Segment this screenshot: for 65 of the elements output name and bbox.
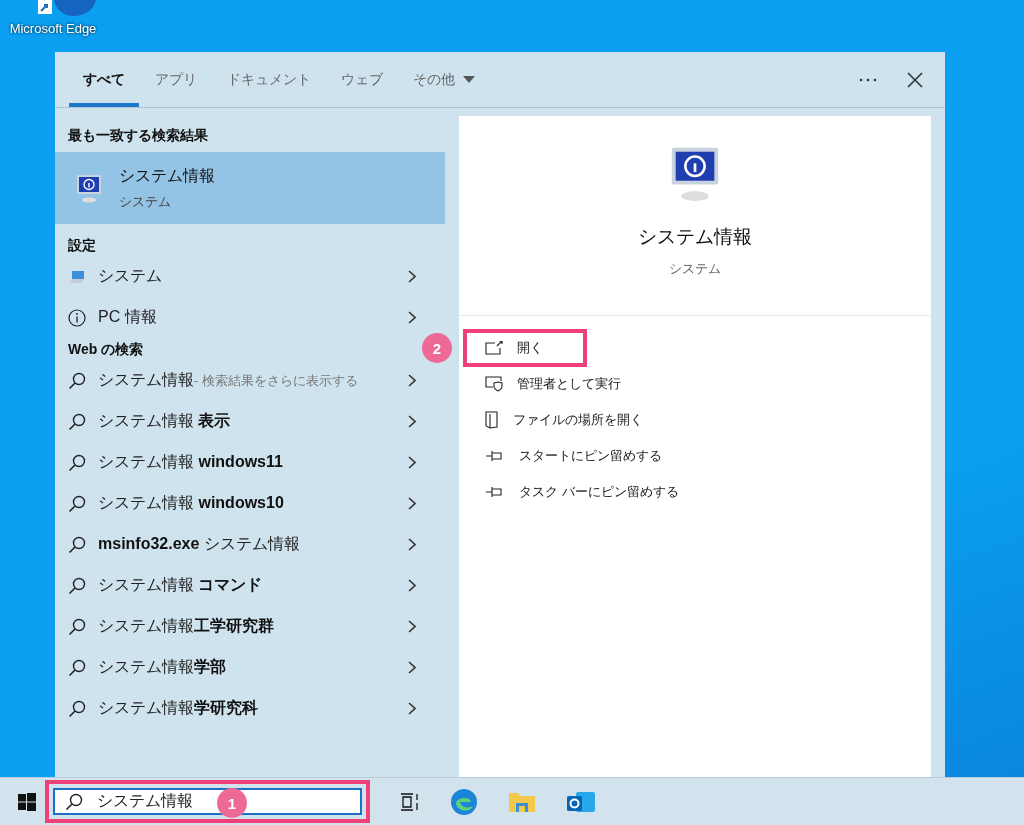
chevron-right-icon (408, 579, 416, 592)
chevron-right-icon (408, 497, 416, 510)
search-icon (68, 494, 86, 513)
open-window-icon (485, 341, 503, 355)
result-subtitle: システム (119, 192, 172, 211)
chevron-right-icon (408, 270, 416, 283)
windows-logo-icon[interactable] (18, 792, 36, 811)
chevron-right-icon (408, 374, 416, 387)
preview-action[interactable]: タスク バーにピン留めする (463, 473, 723, 511)
web-search-result[interactable]: システム情報 windows11 (55, 442, 445, 483)
web-search-result[interactable]: システム情報- 検索結果をさらに表示する (55, 360, 445, 401)
section-heading: 設定 (67, 236, 97, 255)
search-icon (68, 453, 86, 472)
chevron-right-icon (408, 538, 416, 551)
chevron-right-icon (408, 702, 416, 715)
web-search-result[interactable]: システム情報学研究科 (55, 688, 445, 729)
settings-result[interactable]: システム (55, 256, 445, 297)
filter-tab[interactable]: その他 (399, 52, 489, 107)
chevron-right-icon (408, 620, 416, 633)
step-marker: 2 (422, 333, 452, 363)
monitor-info-icon (75, 173, 103, 203)
filter-tab[interactable]: すべて (69, 52, 139, 107)
section-heading: 最も一致する検索結果 (67, 126, 209, 145)
desktop-icon-label: Microsoft Edge (9, 21, 97, 36)
preview-subtitle: システム (669, 260, 721, 278)
browser-icon[interactable] (450, 787, 478, 816)
web-search-result[interactable]: msinfo32.exe システム情報 (55, 524, 445, 565)
web-search-result[interactable]: システム情報 コマンド (55, 565, 445, 606)
preview-title: システム情報 (638, 225, 752, 249)
web-search-result[interactable]: システム情報工学研究群 (55, 606, 445, 647)
dropdown-caret-icon (463, 76, 475, 83)
result-title: システム情報 (119, 165, 215, 186)
web-search-result[interactable]: システム情報学部 (55, 647, 445, 688)
info-icon (68, 308, 86, 327)
filter-tab[interactable]: アプリ (141, 52, 211, 107)
search-icon (68, 617, 86, 636)
search-icon (68, 371, 86, 390)
task-view-icon[interactable] (400, 792, 420, 811)
close-icon[interactable] (907, 71, 923, 88)
search-icon (68, 576, 86, 595)
filter-tab[interactable]: ドキュメント (213, 52, 325, 107)
document-icon (485, 411, 499, 429)
chevron-right-icon (408, 661, 416, 674)
chevron-right-icon (408, 311, 416, 324)
search-icon (68, 658, 86, 677)
preview-action[interactable]: スタートにピン留めする (463, 437, 706, 475)
laptop-icon (68, 269, 86, 284)
shield-window-icon (485, 376, 503, 392)
preview-action[interactable]: ファイルの場所を開く (463, 401, 687, 439)
chevron-right-icon (408, 415, 416, 428)
preview-action[interactable]: 管理者として実行 (463, 365, 665, 403)
search-icon (68, 699, 86, 718)
best-match-item[interactable]: システム情報 システム (55, 152, 445, 224)
section-heading: Web の検索 (67, 340, 145, 359)
more-options-icon[interactable] (859, 77, 877, 82)
web-search-result[interactable]: システム情報 表示 (55, 401, 445, 442)
search-icon (68, 412, 86, 431)
pin-icon (485, 450, 505, 462)
preview-action[interactable]: 開く (463, 329, 587, 367)
web-search-result[interactable]: システム情報 windows10 (55, 483, 445, 524)
pin-icon (485, 486, 505, 498)
filter-tab[interactable]: ウェブ (327, 52, 397, 107)
search-icon (65, 792, 83, 811)
search-icon (68, 535, 86, 554)
chevron-right-icon (408, 456, 416, 469)
